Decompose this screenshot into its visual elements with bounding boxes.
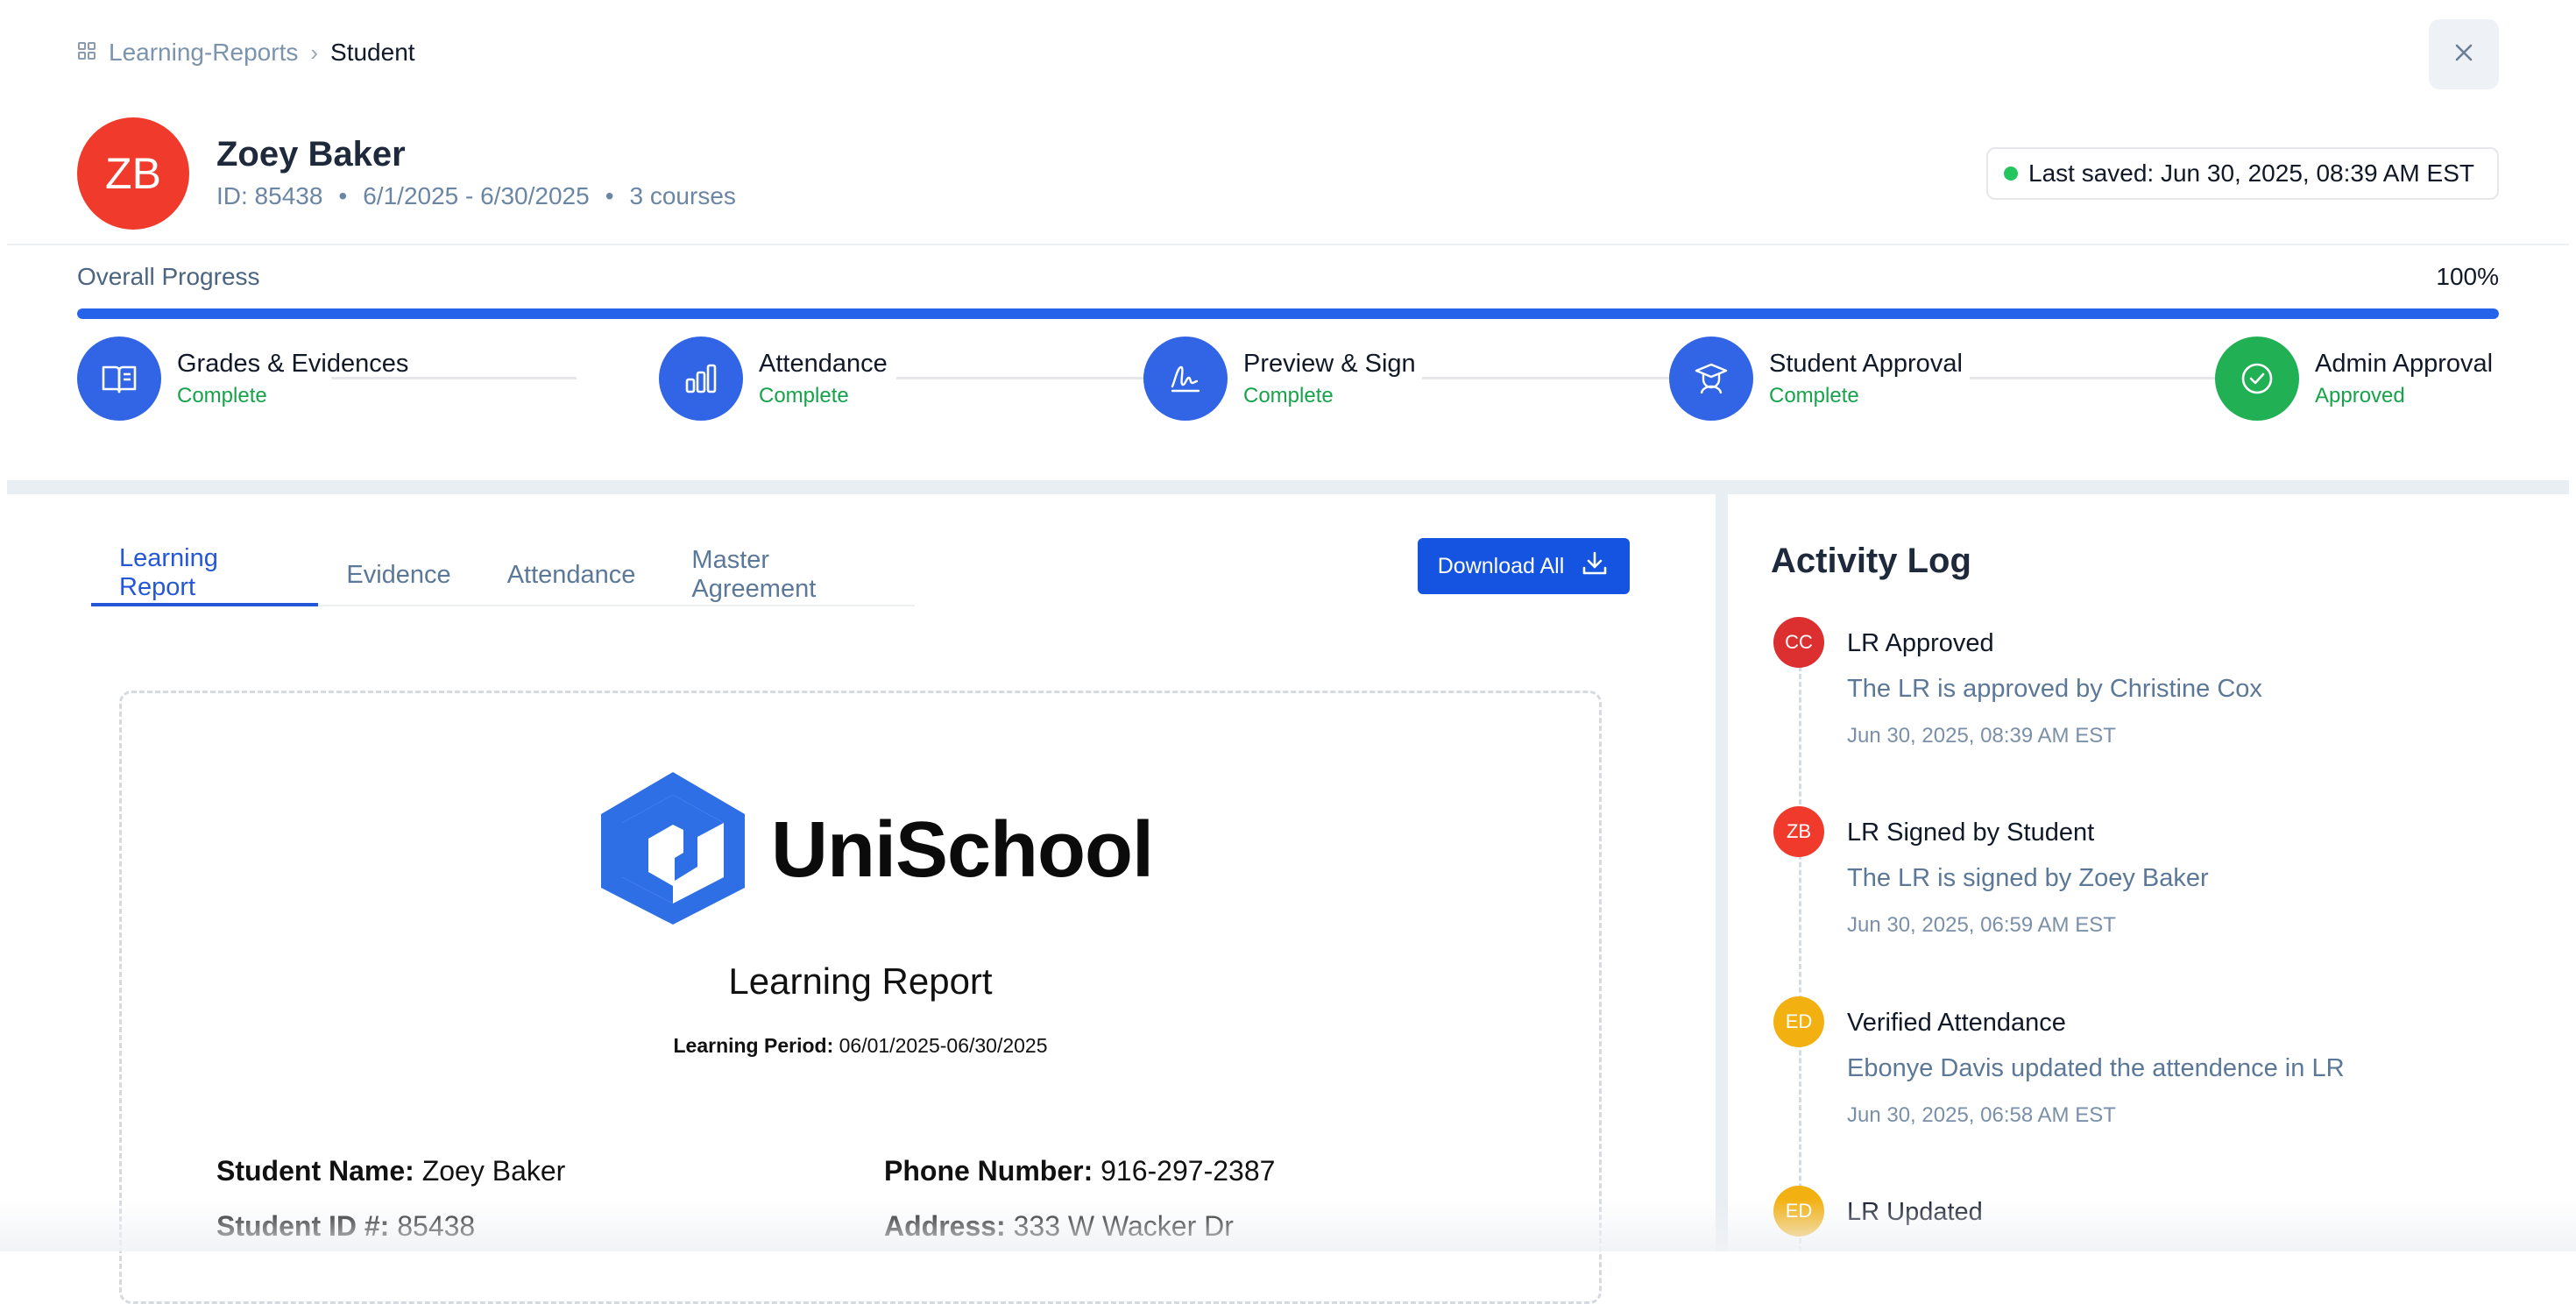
activity-timestamp: Jun 30, 2025, 08:39 AM EST: [1847, 724, 2116, 748]
progress-bar-fill: [77, 308, 2499, 319]
download-all-label: Download All: [1437, 553, 1565, 578]
progress-bar: [77, 308, 2499, 319]
activity-title: LR Approved: [1847, 629, 1994, 657]
field-label: Student Name:: [216, 1155, 414, 1187]
activity-item: ED LR Updated: [1773, 1186, 2544, 1251]
field-value: 916-297-2387: [1100, 1155, 1276, 1187]
breadcrumb-current: Student: [330, 39, 415, 66]
separator-dot: •: [605, 182, 614, 209]
avatar: ED: [1773, 996, 1824, 1047]
step-student-approval[interactable]: Student Approval Complete: [1669, 337, 1963, 421]
download-icon: [1580, 549, 1610, 585]
last-saved-badge: Last saved: Jun 30, 2025, 08:39 AM EST: [1986, 147, 2499, 200]
field-phone-number: Phone Number: 916-297-2387: [884, 1155, 1275, 1187]
brand-logo: UniSchool: [596, 769, 1154, 932]
brand-name: UniSchool: [771, 805, 1154, 894]
check-circle-icon: [2215, 337, 2299, 421]
student-avatar: ZB: [77, 117, 189, 230]
learning-period-value: 06/01/2025-06/30/2025: [839, 1034, 1048, 1057]
step-title: Student Approval: [1769, 349, 1963, 378]
chevron-right-icon: ›: [310, 39, 319, 66]
learning-period: Learning Period: 06/01/2025-06/30/2025: [0, 1034, 1721, 1058]
tab-evidence[interactable]: Evidence: [318, 543, 478, 606]
tab-attendance[interactable]: Attendance: [479, 543, 664, 606]
activity-timestamp: Jun 30, 2025, 06:58 AM EST: [1847, 1103, 2116, 1127]
student-courses: 3 courses: [629, 182, 736, 209]
avatar: ED: [1773, 1186, 1824, 1237]
activity-description: The LR is signed by Zoey Baker: [1847, 864, 2209, 892]
field-label: Student ID #:: [216, 1210, 390, 1242]
avatar: ZB: [1773, 806, 1824, 857]
progress-percent: 100%: [2436, 263, 2499, 290]
student-meta: ID: 85438 • 6/1/2025 - 6/30/2025 • 3 cou…: [216, 182, 736, 210]
activity-description: Ebonye Davis updated the attendence in L…: [1847, 1054, 2345, 1082]
panel-divider: [1716, 494, 1728, 1251]
step-connector: [896, 377, 1159, 379]
step-attendance[interactable]: Attendance Complete: [659, 337, 888, 421]
step-title: Admin Approval: [2315, 349, 2494, 378]
book-open-icon: [77, 337, 161, 421]
progress-label: Overall Progress: [77, 263, 260, 290]
step-status: Complete: [177, 383, 267, 408]
learning-report-modal: Learning-Reports › Student ZB Zoey Baker…: [0, 0, 2576, 1304]
divider: [7, 244, 2569, 245]
field-value: 85438: [397, 1210, 476, 1242]
signature-icon: [1143, 337, 1228, 421]
step-title: Attendance: [759, 349, 888, 378]
step-status: Complete: [759, 383, 849, 408]
step-status: Approved: [2315, 383, 2405, 408]
activity-description: The LR is approved by Christine Cox: [1847, 675, 2262, 703]
activity-title: LR Signed by Student: [1847, 819, 2095, 847]
field-value: Zoey Baker: [421, 1155, 566, 1187]
field-value: 333 W Wacker Dr: [1013, 1210, 1234, 1242]
breadcrumb: Learning-Reports › Student: [77, 37, 415, 68]
field-student-name: Student Name: Zoey Baker: [216, 1155, 565, 1187]
field-student-id: Student ID #: 85438: [216, 1210, 475, 1243]
student-name: Zoey Baker: [216, 135, 406, 174]
activity-title: Verified Attendance: [1847, 1009, 2066, 1037]
step-admin-approval[interactable]: Admin Approval Approved: [2215, 337, 2493, 421]
field-address: Address: 333 W Wacker Dr: [884, 1210, 1234, 1243]
separator-dot: •: [338, 182, 348, 209]
section-divider: [7, 480, 2569, 494]
timeline-line: [1799, 666, 1801, 1251]
student-period: 6/1/2025 - 6/30/2025: [363, 182, 590, 209]
status-dot-icon: [2004, 167, 2018, 181]
activity-timestamp: Jun 30, 2025, 06:59 AM EST: [1847, 913, 2116, 937]
step-title: Grades & Evidences: [177, 349, 409, 378]
learning-period-label: Learning Period:: [673, 1034, 834, 1057]
step-title: Preview & Sign: [1243, 349, 1416, 378]
grid-icon: [77, 39, 96, 67]
bar-chart-icon: [659, 337, 743, 421]
activity-log-title: Activity Log: [1771, 542, 1971, 580]
report-tabs: Learning Report Evidence Attendance Mast…: [91, 543, 915, 606]
close-icon: [2451, 39, 2477, 70]
field-label: Address:: [884, 1210, 1006, 1242]
close-button[interactable]: [2429, 19, 2499, 89]
workflow-steps: Grades & Evidences Complete Attendance C…: [77, 337, 2499, 421]
step-grades-evidences[interactable]: Grades & Evidences Complete: [77, 337, 408, 421]
field-label: Phone Number:: [884, 1155, 1093, 1187]
step-preview-sign[interactable]: Preview & Sign Complete: [1143, 337, 1416, 421]
graduate-icon: [1669, 337, 1753, 421]
student-id: ID: 85438: [216, 182, 323, 209]
report-title: Learning Report: [728, 960, 993, 1002]
step-status: Complete: [1769, 383, 1859, 408]
unischool-logo-icon: [596, 769, 750, 932]
breadcrumb-learning-reports-link[interactable]: Learning-Reports: [109, 39, 298, 67]
step-status: Complete: [1243, 383, 1334, 408]
activity-title: LR Updated: [1847, 1198, 1983, 1226]
download-all-button[interactable]: Download All: [1418, 538, 1630, 594]
tab-learning-report[interactable]: Learning Report: [91, 543, 319, 606]
tab-master-agreement[interactable]: Master Agreement: [663, 543, 915, 606]
last-saved-text: Last saved: Jun 30, 2025, 08:39 AM EST: [2028, 159, 2474, 187]
avatar: CC: [1773, 617, 1824, 668]
